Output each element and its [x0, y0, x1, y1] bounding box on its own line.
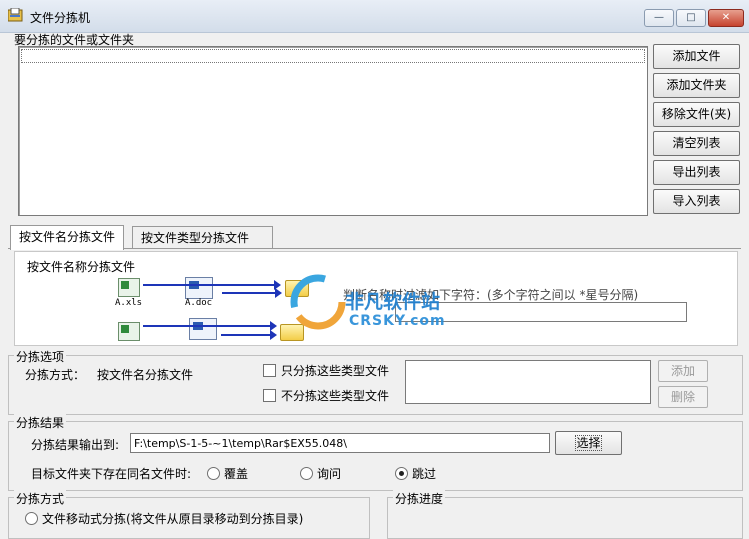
- overwrite-radio[interactable]: [207, 467, 220, 480]
- exclude-types-checkbox[interactable]: [263, 389, 276, 402]
- choose-label: 选择: [575, 435, 602, 451]
- xls-file-icon: [118, 322, 140, 341]
- output-label: 分拣结果输出到:: [31, 438, 120, 452]
- add-type-button[interactable]: 添加: [658, 360, 708, 382]
- watermark-text: 非凡软件站: [345, 291, 441, 313]
- title-bar[interactable]: 文件分拣机 — □ ✕: [0, 0, 749, 33]
- options-group-label: 分拣选项: [14, 348, 67, 365]
- ask-label: 询问: [317, 467, 342, 481]
- progress-group-label: 分拣进度: [393, 490, 446, 507]
- tab-by-filename[interactable]: 按文件名分拣文件: [10, 225, 125, 250]
- choose-output-button[interactable]: 选择: [555, 431, 622, 455]
- doc-file-icon: [189, 318, 217, 340]
- close-button[interactable]: ✕: [708, 9, 744, 27]
- window-title: 文件分拣机: [30, 11, 91, 25]
- diagram-arrow: [143, 280, 281, 290]
- overwrite-label: 覆盖: [224, 467, 249, 481]
- diagram-label-doc: A.doc: [185, 298, 213, 308]
- file-list[interactable]: [18, 46, 648, 216]
- app-icon: [8, 8, 23, 22]
- exclude-types-label: 不分拣这些类型文件: [281, 389, 390, 403]
- maximize-button[interactable]: □: [676, 9, 706, 27]
- mode-group-label: 分拣方式: [14, 490, 67, 507]
- result-group-label: 分拣结果: [14, 414, 67, 431]
- only-types-label: 只分拣这些类型文件: [281, 364, 390, 378]
- delete-type-button[interactable]: 删除: [658, 386, 708, 408]
- types-list[interactable]: [405, 360, 651, 404]
- add-folder-button[interactable]: 添加文件夹: [653, 73, 740, 98]
- skip-label: 跳过: [412, 467, 437, 481]
- method-value: 按文件名分拣文件: [97, 368, 194, 382]
- tab-panel-title: 按文件名称分拣文件: [27, 260, 136, 274]
- doc-file-icon: [185, 277, 213, 299]
- exists-label: 目标文件夹下存在同名文件时:: [31, 467, 192, 481]
- main-window: 文件分拣机 — □ ✕ 要分拣的文件或文件夹 添加文件 添加文件夹 移除文件(夹…: [0, 0, 749, 539]
- clear-list-button[interactable]: 清空列表: [653, 131, 740, 156]
- remove-file-button[interactable]: 移除文件(夹): [653, 102, 740, 127]
- only-types-checkbox[interactable]: [263, 364, 276, 377]
- minimize-button[interactable]: —: [644, 9, 674, 27]
- import-list-button[interactable]: 导入列表: [653, 189, 740, 214]
- diagram-arrow: [221, 330, 277, 340]
- diagram-arrow: [143, 321, 277, 331]
- method-label: 分拣方式：: [25, 368, 86, 382]
- add-file-button[interactable]: 添加文件: [653, 44, 740, 69]
- list-focus-row: [21, 49, 645, 63]
- diagram-arrow: [222, 288, 282, 298]
- diagram-label-xls: A.xls: [115, 298, 143, 308]
- xls-file-icon: [118, 278, 140, 297]
- watermark-logo-icon: [290, 274, 346, 330]
- ask-radio[interactable]: [300, 467, 313, 480]
- watermark-domain: CRSKY.com: [349, 313, 446, 329]
- output-path-input[interactable]: [130, 433, 550, 453]
- export-list-button[interactable]: 导出列表: [653, 160, 740, 185]
- tab-by-filetype[interactable]: 按文件类型分拣文件: [132, 226, 273, 248]
- skip-radio[interactable]: [395, 467, 408, 480]
